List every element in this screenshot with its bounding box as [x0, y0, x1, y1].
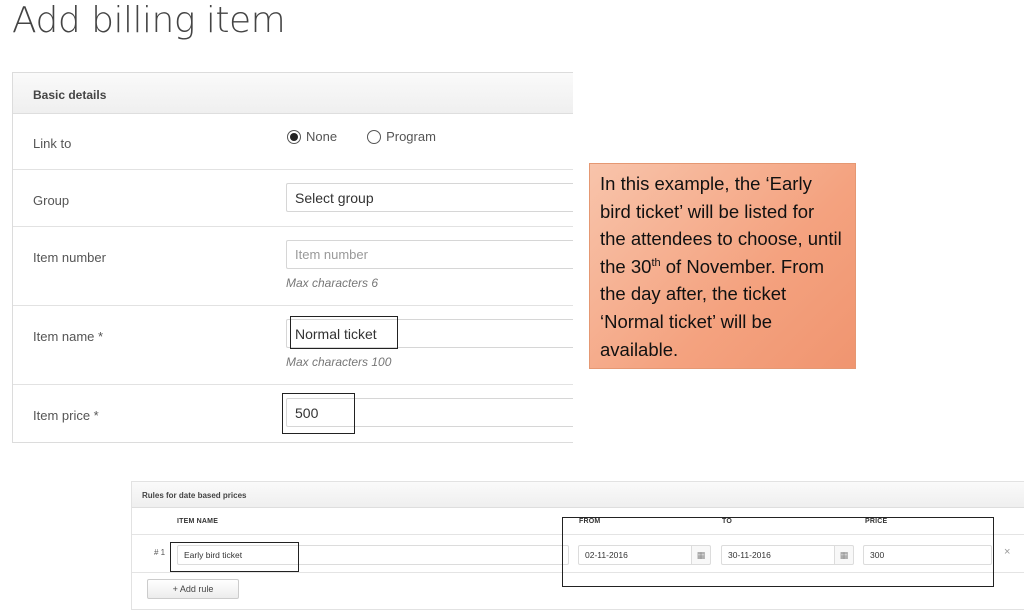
item-number-row: Item number Item number Max characters 6: [13, 227, 573, 306]
group-select[interactable]: Select group: [286, 183, 573, 212]
calendar-icon[interactable]: ▦: [691, 545, 711, 565]
item-name-row: Item name * Normal ticket Max characters…: [13, 306, 573, 385]
item-price-label: Item price *: [33, 408, 99, 423]
link-to-radio-group: None Program: [287, 129, 436, 144]
callout-superscript: th: [651, 256, 661, 269]
item-number-label: Item number: [33, 250, 106, 265]
item-name-label: Item name *: [33, 329, 104, 344]
rule-item-name-input[interactable]: Early bird ticket: [177, 545, 569, 565]
item-name-hint: Max characters 100: [286, 355, 392, 369]
explanation-callout: In this example, the ‘Early bird ticket’…: [589, 163, 856, 369]
col-to: TO: [722, 518, 732, 525]
link-to-row: Link to None Program: [13, 114, 573, 170]
rule-index: # 1: [154, 548, 166, 557]
item-number-hint: Max characters 6: [286, 276, 379, 290]
col-price: PRICE: [865, 518, 888, 525]
col-item-name: ITEM NAME: [177, 518, 219, 525]
rule-price-input[interactable]: 300: [863, 545, 992, 565]
radio-program[interactable]: [367, 129, 382, 144]
group-label: Group: [33, 193, 70, 208]
item-number-input[interactable]: Item number: [286, 240, 573, 269]
rule-to-input[interactable]: 30-11-2016: [721, 545, 835, 565]
rule-from-input[interactable]: 02-11-2016: [578, 545, 692, 565]
group-row: Group Select group: [13, 170, 573, 227]
calendar-icon[interactable]: ▦: [834, 545, 854, 565]
item-name-input[interactable]: Normal ticket: [286, 319, 573, 348]
radio-program-label[interactable]: Program: [386, 129, 436, 144]
col-from: FROM: [579, 518, 601, 525]
item-price-input[interactable]: 500: [286, 398, 573, 427]
basic-details-heading: Basic details: [13, 73, 573, 114]
item-price-row: Item price * 500: [13, 385, 573, 443]
date-rules-panel: Rules for date based prices ITEM NAME FR…: [131, 481, 1024, 610]
radio-none-label[interactable]: None: [306, 129, 337, 144]
link-to-label: Link to: [33, 136, 72, 151]
date-rules-heading: Rules for date based prices: [132, 482, 1024, 508]
add-rule-button[interactable]: + Add rule: [147, 579, 239, 599]
divider: [132, 534, 1024, 535]
remove-rule-icon[interactable]: ×: [1004, 546, 1010, 558]
radio-none[interactable]: [287, 129, 301, 144]
page-title: Add billing item: [12, 0, 286, 41]
basic-details-panel: Basic details Link to None Program Group…: [12, 72, 573, 443]
divider: [132, 572, 1024, 573]
